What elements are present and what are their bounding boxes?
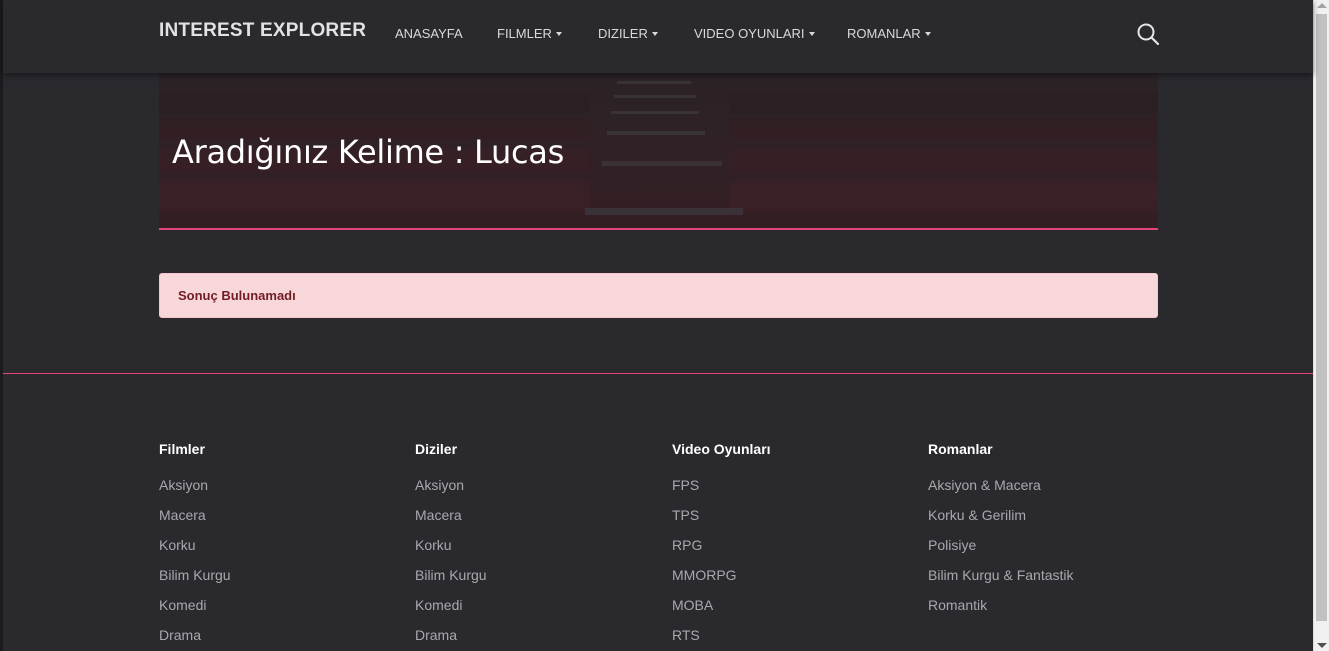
- search-result-title: Aradığınız Kelime : Lucas: [172, 133, 564, 171]
- nav-home-label: ANASAYFA: [395, 26, 463, 41]
- no-results-alert: Sonuç Bulunamadı: [159, 273, 1158, 318]
- footer-link[interactable]: MMORPG: [672, 567, 771, 597]
- nav-home[interactable]: ANASAYFA: [395, 26, 463, 41]
- nav-films-label: FILMLER: [497, 26, 552, 41]
- footer-link[interactable]: MOBA: [672, 597, 771, 627]
- footer-divider: [3, 373, 1313, 374]
- footer-link[interactable]: Drama: [159, 627, 231, 651]
- footer-link[interactable]: Komedi: [159, 597, 231, 627]
- search-hero-banner: Aradığınız Kelime : Lucas: [159, 73, 1158, 230]
- footer-link[interactable]: RTS: [672, 627, 771, 651]
- footer-link[interactable]: Aksiyon: [159, 477, 231, 507]
- nav-games-label: VIDEO OYUNLARI: [694, 26, 805, 41]
- footer-link[interactable]: Aksiyon: [415, 477, 487, 507]
- nav-novels-dropdown[interactable]: ROMANLAR: [847, 26, 931, 41]
- footer-link[interactable]: Polisiye: [928, 537, 1074, 567]
- scrollbar-thumb[interactable]: [1316, 14, 1327, 621]
- footer-column-title: Filmler: [159, 441, 205, 457]
- top-navbar: INTEREST EXPLORER ANASAYFA FILMLER DIZIL…: [3, 0, 1313, 73]
- footer-link[interactable]: TPS: [672, 507, 771, 537]
- footer-link[interactable]: Drama: [415, 627, 487, 651]
- nav-series-dropdown[interactable]: DIZILER: [598, 26, 658, 41]
- footer-link[interactable]: Korku: [415, 537, 487, 567]
- footer-column-games: Video Oyunları FPS TPS RPG MMORPG MOBA R…: [672, 441, 771, 651]
- footer-column-title: Romanlar: [928, 441, 993, 457]
- footer-link[interactable]: Bilim Kurgu & Fantastik: [928, 567, 1074, 597]
- nav-games-dropdown[interactable]: VIDEO OYUNLARI: [694, 26, 815, 41]
- footer-link[interactable]: Bilim Kurgu: [159, 567, 231, 597]
- caret-down-icon: [808, 31, 815, 36]
- caret-down-icon: [924, 31, 931, 36]
- footer-link[interactable]: Komedi: [415, 597, 487, 627]
- footer-link[interactable]: Korku & Gerilim: [928, 507, 1074, 537]
- nav-films-dropdown[interactable]: FILMLER: [497, 26, 562, 41]
- scroll-down-arrow-icon[interactable]: [1317, 643, 1327, 648]
- footer-column-title: Diziler: [415, 441, 458, 457]
- footer-link[interactable]: Bilim Kurgu: [415, 567, 487, 597]
- caret-down-icon: [651, 31, 658, 36]
- nav-series-label: DIZILER: [598, 26, 648, 41]
- footer-link[interactable]: Korku: [159, 537, 231, 567]
- footer-link[interactable]: Macera: [415, 507, 487, 537]
- nav-novels-label: ROMANLAR: [847, 26, 921, 41]
- vertical-scrollbar[interactable]: [1313, 0, 1329, 651]
- footer-column-series: Diziler Aksiyon Macera Korku Bilim Kurgu…: [415, 441, 487, 651]
- scroll-up-arrow-icon[interactable]: [1317, 3, 1327, 8]
- footer-column-films: Filmler Aksiyon Macera Korku Bilim Kurgu…: [159, 441, 231, 651]
- search-icon[interactable]: [1136, 22, 1160, 46]
- footer-column-novels: Romanlar Aksiyon & Macera Korku & Gerili…: [928, 441, 1074, 627]
- footer-link[interactable]: Romantik: [928, 597, 1074, 627]
- page-left-edge: [0, 0, 3, 651]
- caret-down-icon: [555, 31, 562, 36]
- brand-logo[interactable]: INTEREST EXPLORER: [159, 20, 366, 42]
- no-results-text: Sonuç Bulunamadı: [178, 288, 296, 303]
- footer-link[interactable]: RPG: [672, 537, 771, 567]
- footer-link[interactable]: Aksiyon & Macera: [928, 477, 1074, 507]
- footer-link[interactable]: FPS: [672, 477, 771, 507]
- footer-link[interactable]: Macera: [159, 507, 231, 537]
- footer-column-title: Video Oyunları: [672, 441, 771, 457]
